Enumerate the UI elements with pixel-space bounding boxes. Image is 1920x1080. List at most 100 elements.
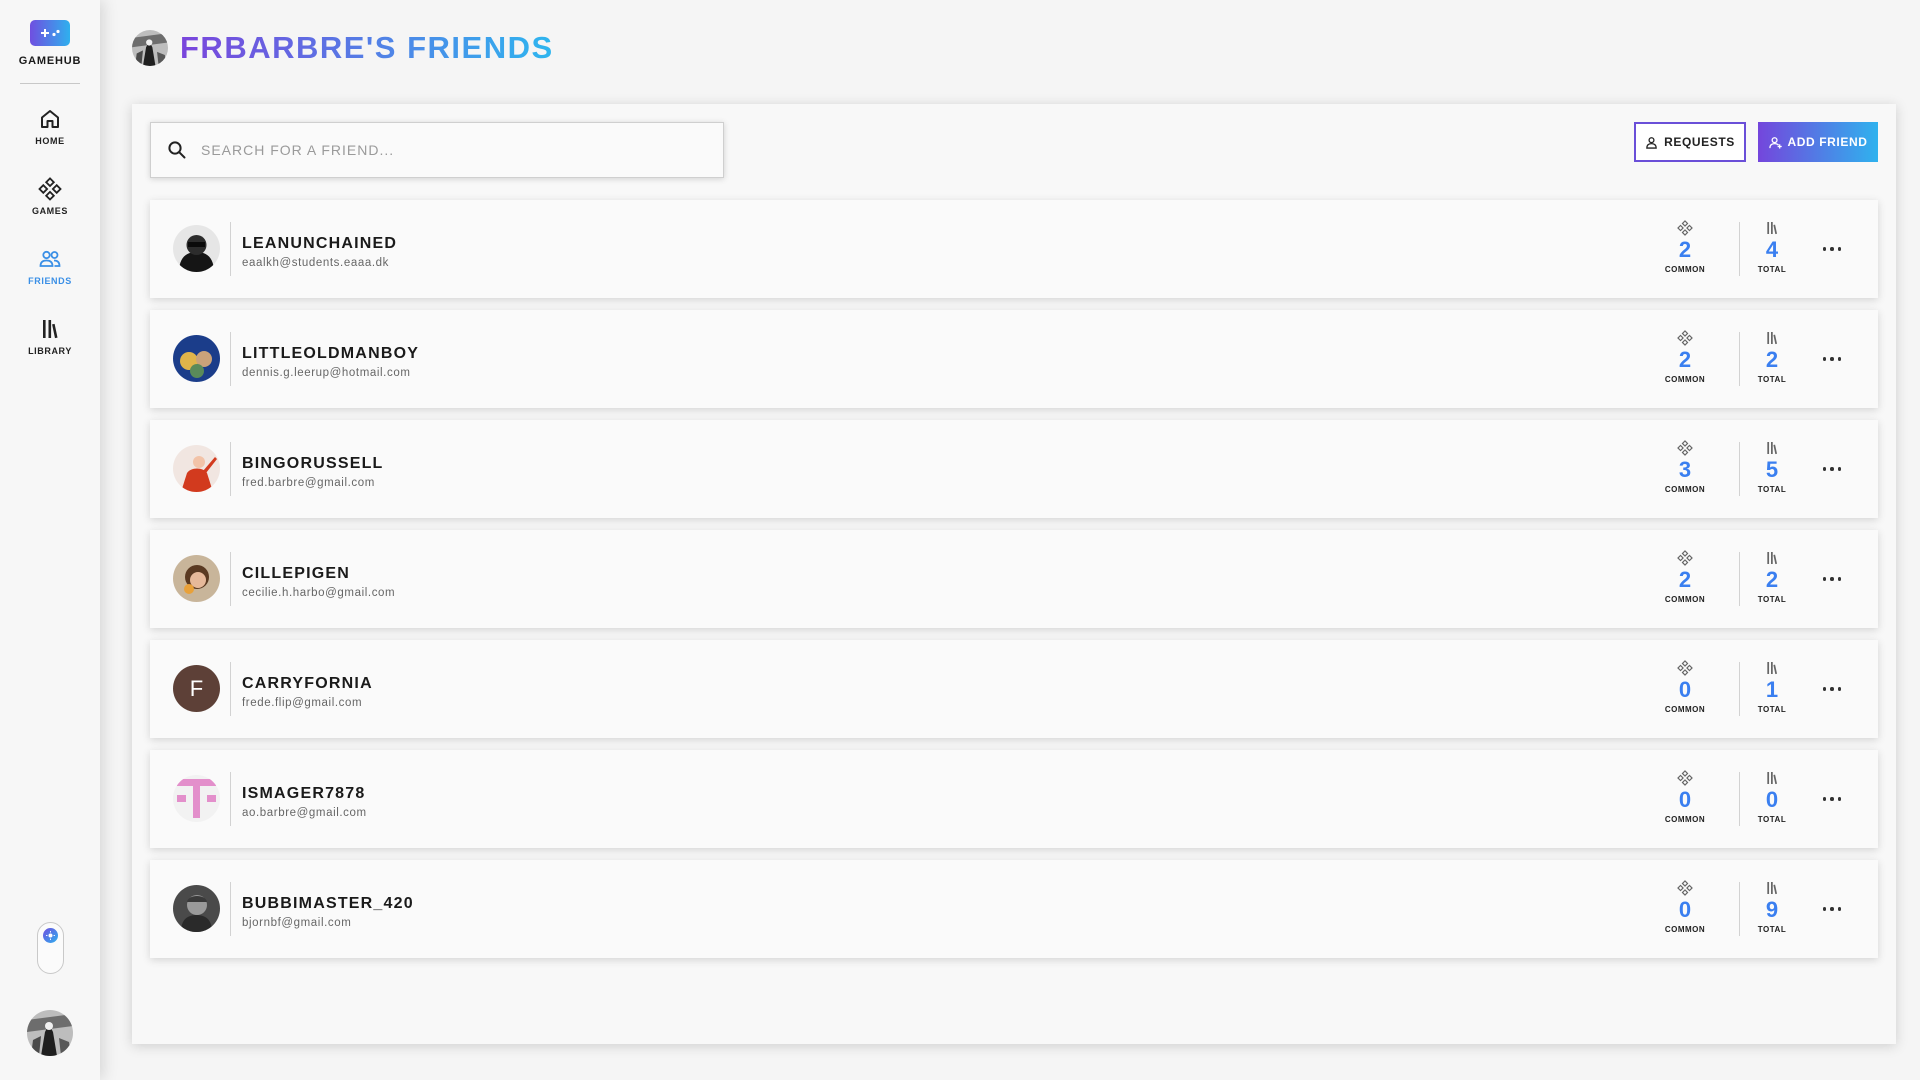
common-label: COMMON (1664, 705, 1706, 714)
nav-label: LIBRARY (28, 346, 72, 356)
brand[interactable]: GAMEHUB (0, 20, 100, 67)
total-label: TOTAL (1757, 485, 1787, 494)
search-box[interactable] (150, 122, 724, 178)
sidebar-divider (20, 83, 80, 84)
common-games-stat: 2 COMMON (1655, 330, 1715, 384)
more-options-icon[interactable] (1818, 457, 1846, 481)
total-count: 9 (1765, 897, 1779, 922)
common-count: 2 (1678, 347, 1692, 372)
card-divider (230, 442, 231, 496)
common-games-stat: 0 COMMON (1655, 660, 1715, 714)
friend-avatar (173, 555, 220, 602)
nav-item-friends[interactable]: FRIENDS (0, 247, 100, 286)
nav-label: FRIENDS (28, 276, 72, 286)
more-options-icon[interactable] (1818, 237, 1846, 261)
search-input[interactable] (201, 135, 681, 165)
friend-email: bjornbf@gmail.com (242, 917, 352, 929)
friend-card[interactable]: F CARRYFORNIA frede.flip@gmail.com 0 COM… (150, 640, 1878, 738)
page-header: FRBARBRE'S FRIENDS (132, 30, 554, 66)
friend-name: BUBBIMASTER_420 (242, 895, 414, 912)
profile-avatar (132, 30, 168, 66)
nav-item-home[interactable]: HOME (0, 107, 100, 146)
library-icon (1767, 442, 1778, 455)
nav-item-games[interactable]: GAMES (0, 177, 100, 216)
page-title: FRBARBRE'S FRIENDS (180, 30, 554, 65)
sidebar: GAMEHUB HOME GAMES FRIENDS LIBRARY (0, 0, 100, 1080)
add-friend-button[interactable]: ADD FRIEND (1758, 122, 1878, 162)
library-icon (1767, 332, 1778, 345)
more-options-icon[interactable] (1818, 787, 1846, 811)
card-divider (230, 662, 231, 716)
library-icon (1767, 662, 1778, 675)
common-games-stat: 3 COMMON (1655, 440, 1715, 494)
more-options-icon[interactable] (1818, 897, 1846, 921)
library-icon (1767, 222, 1778, 235)
stat-divider (1739, 552, 1740, 606)
more-options-icon[interactable] (1818, 677, 1846, 701)
card-divider (230, 222, 231, 276)
card-divider (230, 332, 231, 386)
friend-card[interactable]: LEANUNCHAINED eaalkh@students.eaaa.dk 2 … (150, 200, 1878, 298)
nav-item-library[interactable]: LIBRARY (0, 317, 100, 356)
add-user-icon (1768, 136, 1782, 149)
add-friend-label: ADD FRIEND (1787, 135, 1868, 149)
total-count: 2 (1765, 567, 1779, 592)
common-count: 0 (1678, 787, 1692, 812)
library-icon (43, 320, 58, 339)
user-avatar[interactable] (27, 1010, 73, 1056)
friend-name: CILLEPIGEN (242, 565, 351, 582)
friend-email: frede.flip@gmail.com (242, 697, 363, 709)
common-label: COMMON (1664, 375, 1706, 384)
library-icon (1767, 552, 1778, 565)
card-divider (230, 552, 231, 606)
common-label: COMMON (1664, 265, 1706, 274)
gamepad-icon (1677, 220, 1693, 236)
card-divider (230, 772, 231, 826)
total-games-stat: 0 TOTAL (1742, 770, 1802, 824)
gamepad-icon (1677, 550, 1693, 566)
total-games-stat: 4 TOTAL (1742, 220, 1802, 274)
total-count: 1 (1765, 677, 1779, 702)
requests-label: REQUESTS (1664, 135, 1735, 149)
total-label: TOTAL (1757, 375, 1787, 384)
total-games-stat: 5 TOTAL (1742, 440, 1802, 494)
friend-email: fred.barbre@gmail.com (242, 477, 375, 489)
total-count: 5 (1765, 457, 1779, 482)
friend-email: eaalkh@students.eaaa.dk (242, 257, 389, 269)
friend-card[interactable]: BINGORUSSELL fred.barbre@gmail.com 3 COM… (150, 420, 1878, 518)
common-count: 3 (1678, 457, 1692, 482)
common-count: 2 (1678, 567, 1692, 592)
stat-divider (1739, 222, 1740, 276)
friend-card[interactable]: ISMAGER7878 ao.barbre@gmail.com 0 COMMON… (150, 750, 1878, 848)
friends-panel: REQUESTS ADD FRIEND LEANUNCHAINED eaalkh… (132, 104, 1896, 1044)
total-games-stat: 2 TOTAL (1742, 550, 1802, 604)
friend-name: CARRYFORNIA (242, 675, 373, 692)
friend-card[interactable]: CILLEPIGEN cecilie.h.harbo@gmail.com 2 C… (150, 530, 1878, 628)
friends-icon (39, 250, 61, 267)
more-options-icon[interactable] (1818, 567, 1846, 591)
sun-icon (43, 928, 58, 943)
avatar-letter: F (190, 676, 203, 701)
stat-divider (1739, 772, 1740, 826)
total-games-stat: 1 TOTAL (1742, 660, 1802, 714)
brand-name: GAMEHUB (18, 55, 82, 67)
stat-divider (1739, 662, 1740, 716)
more-options-icon[interactable] (1818, 347, 1846, 371)
total-label: TOTAL (1757, 705, 1787, 714)
search-icon (167, 140, 187, 160)
total-count: 2 (1765, 347, 1779, 372)
common-count: 0 (1678, 677, 1692, 702)
library-icon (1767, 882, 1778, 895)
theme-toggle[interactable] (37, 922, 64, 974)
common-label: COMMON (1664, 485, 1706, 494)
stat-divider (1739, 442, 1740, 496)
gamepad-logo-icon (30, 20, 70, 46)
friend-avatar (173, 445, 220, 492)
total-label: TOTAL (1757, 925, 1787, 934)
common-count: 2 (1678, 237, 1692, 262)
friend-card[interactable]: BUBBIMASTER_420 bjornbf@gmail.com 0 COMM… (150, 860, 1878, 958)
requests-button[interactable]: REQUESTS (1634, 122, 1746, 162)
friend-avatar: F (173, 665, 220, 712)
friend-card[interactable]: LITTLEOLDMANBOY dennis.g.leerup@hotmail.… (150, 310, 1878, 408)
friend-email: dennis.g.leerup@hotmail.com (242, 367, 411, 379)
